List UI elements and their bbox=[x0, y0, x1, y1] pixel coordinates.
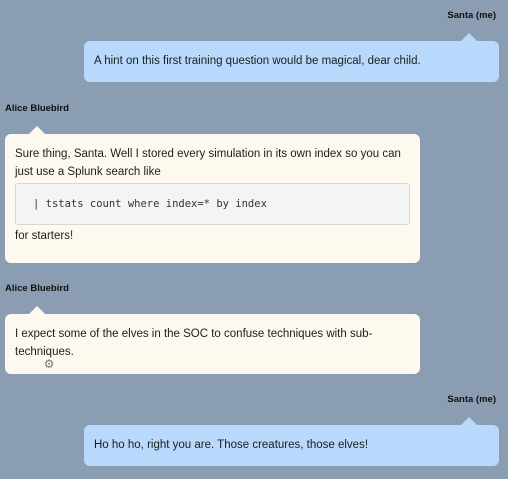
sender-label: Alice Bluebird bbox=[5, 103, 69, 114]
message-text: I expect some of the elves in the SOC to… bbox=[15, 328, 373, 358]
gear-cursor-icon: ⚙ bbox=[43, 357, 55, 371]
message-text: Sure thing, Santa. Well I stored every s… bbox=[15, 148, 401, 178]
message-text: Ho ho ho, right you are. Those creatures… bbox=[94, 439, 369, 451]
message-bubble-santa: Ho ho ho, right you are. Those creatures… bbox=[84, 417, 499, 466]
message-text: A hint on this first training question w… bbox=[94, 55, 421, 67]
message-text: for starters! bbox=[15, 230, 74, 242]
sender-label: Alice Bluebird bbox=[5, 283, 69, 294]
message-bubble-alice: Sure thing, Santa. Well I stored every s… bbox=[5, 126, 420, 263]
message-bubble-santa: A hint on this first training question w… bbox=[84, 33, 499, 82]
message-bubble-alice: I expect some of the elves in the SOC to… bbox=[5, 306, 420, 374]
sender-label: Santa (me) bbox=[447, 394, 496, 405]
sender-label: Santa (me) bbox=[447, 10, 496, 21]
code-block: | tstats count where index=* by index bbox=[15, 183, 410, 225]
